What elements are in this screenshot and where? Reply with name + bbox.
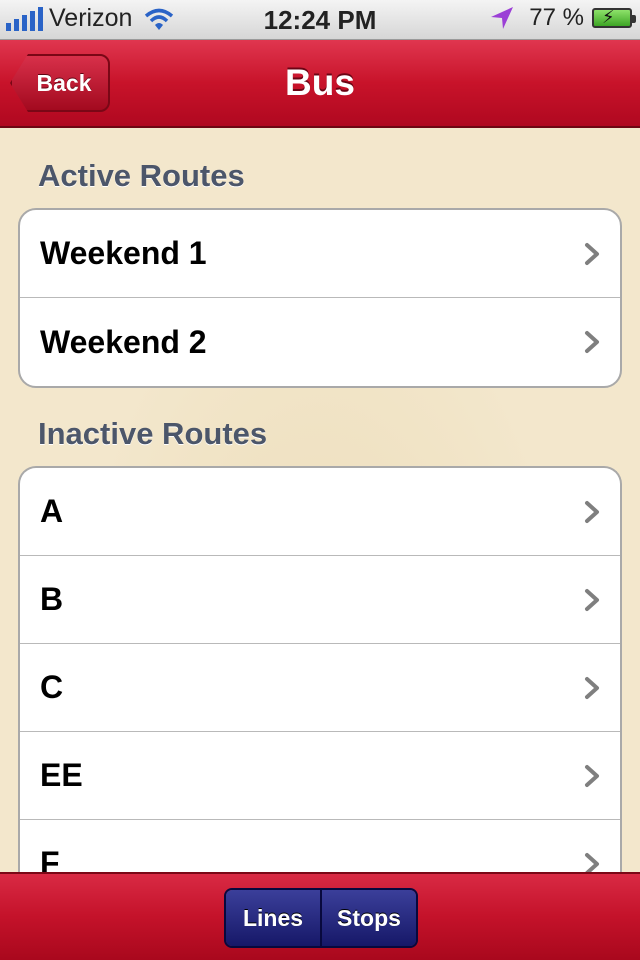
route-label: B [40, 581, 64, 617]
section-header-inactive: Inactive Routes [38, 416, 268, 451]
list-item[interactable]: A [20, 468, 620, 556]
route-label: EE [40, 757, 83, 793]
list-item[interactable]: Weekend 1 [20, 210, 620, 298]
list-item[interactable]: EE [20, 732, 620, 820]
chevron-right-icon [585, 243, 599, 265]
location-arrow-icon [491, 7, 514, 29]
status-right: 77 % ⚡ [489, 4, 636, 32]
chevron-right-icon [585, 765, 599, 787]
list-item[interactable]: Weekend 2 [20, 298, 620, 386]
route-label: A [40, 493, 64, 529]
lines-segment[interactable]: Lines [226, 890, 320, 946]
lines-stops-segmented-control: Lines Stops [224, 888, 418, 948]
stops-segment[interactable]: Stops [320, 890, 416, 946]
list-item[interactable]: B [20, 556, 620, 644]
navigation-bar: Back Bus [0, 40, 640, 128]
list-item[interactable]: F [20, 820, 620, 872]
route-label: Weekend 2 [40, 323, 207, 360]
inactive-routes-group: A B C EE F [18, 466, 622, 872]
chevron-right-icon [585, 677, 599, 699]
route-label: Weekend 1 [40, 235, 207, 271]
route-list[interactable]: Active Routes Weekend 1 Weekend 2 Inacti… [0, 128, 640, 872]
active-routes-group: Weekend 1 Weekend 2 [18, 208, 622, 388]
chevron-right-icon [585, 589, 599, 611]
route-label: C [40, 669, 64, 705]
battery-percent: 77 % [529, 4, 584, 31]
chevron-right-icon [585, 331, 599, 353]
bottom-toolbar: Lines Stops [0, 872, 640, 960]
battery-icon: ⚡ [592, 7, 636, 28]
page-title: Bus [285, 62, 355, 103]
chevron-right-icon [585, 501, 599, 523]
chevron-right-icon [585, 853, 599, 872]
section-header-active: Active Routes [38, 158, 245, 193]
route-label: F [40, 845, 60, 872]
status-bar: Verizon 12:24 PM 77 % ⚡ [0, 0, 640, 40]
list-item[interactable]: C [20, 644, 620, 732]
